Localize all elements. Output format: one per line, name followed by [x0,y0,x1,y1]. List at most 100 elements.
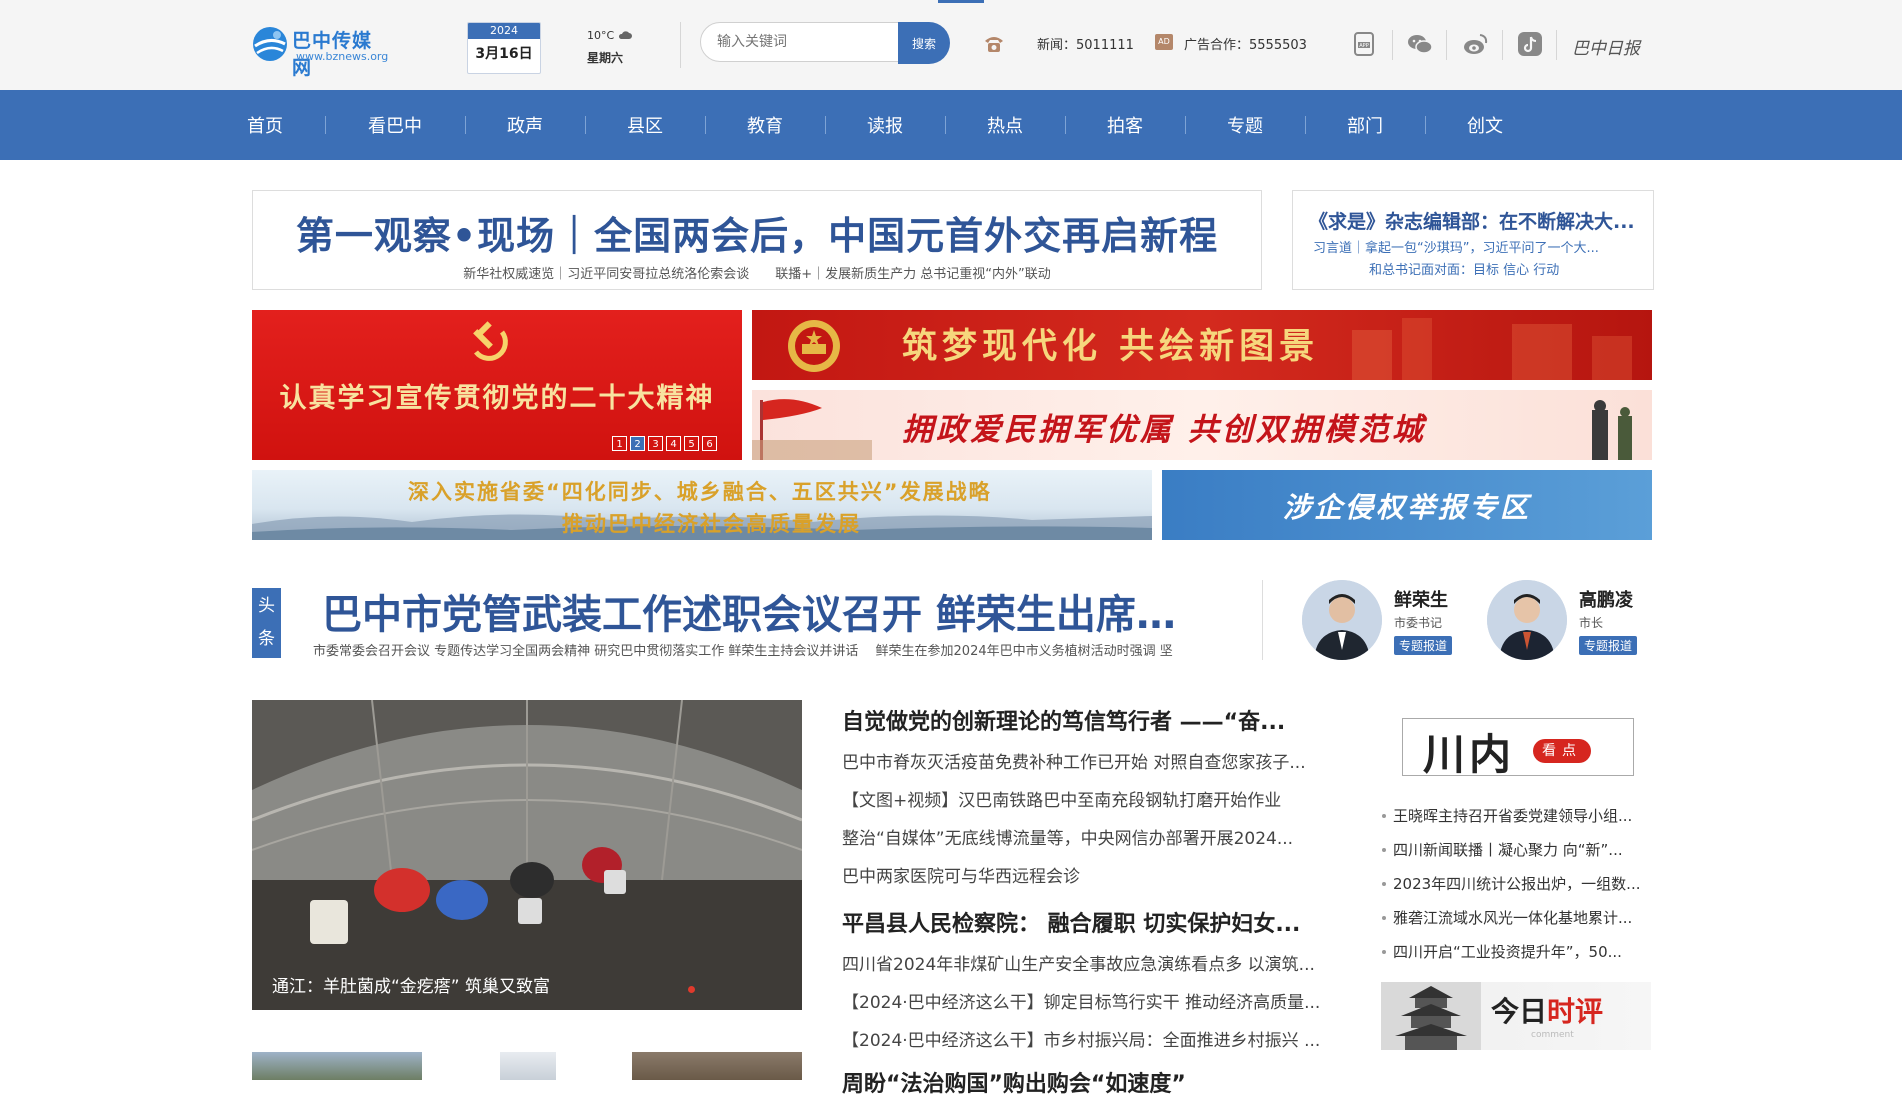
nav-item-epaper[interactable]: 读报 [835,90,935,160]
search-input[interactable] [700,22,900,62]
divider [1446,30,1447,60]
weather-widget: 10°C 星期六 [587,24,633,69]
special-report-button[interactable]: 专题报道 [1579,636,1638,655]
top-headline-box: 第一观察•现场｜全国两会后，中国元首外交再启新程 新华社权威速览｜习近平同安哥拉… [252,190,1262,290]
greenhouse-photo [252,700,802,1010]
svg-text:APP: APP [1359,43,1368,49]
top-accent-line [938,0,984,3]
news-headline[interactable]: 自觉做党的创新理论的笃信笃行者 ——“奋... [842,704,1336,736]
side-headline-sub[interactable]: 习言道｜拿起一包“沙琪玛”，习近平问了一个大... [1313,237,1643,256]
pager-dot-active[interactable]: 2 [630,436,645,451]
sichuan-news-item[interactable]: 2023年四川统计公报出炉，一组数... [1381,873,1651,894]
feature-photo[interactable]: 通江：羊肚菌成“金疙瘩” 筑巢又致富 [252,700,802,1010]
thumbnail[interactable] [252,1052,422,1080]
leader-name: 鲜荣生 [1394,590,1448,611]
sichuan-news-item[interactable]: 四川新闻联播丨凝心聚力 向“新”... [1381,839,1651,860]
sichuan-highlights-header[interactable]: 川内 看点 [1402,718,1634,779]
news-item[interactable]: 巴中两家医院可与华西远程会诊 [842,862,1336,887]
leader-card[interactable]: 鲜荣生 市委书记 专题报道 [1302,580,1512,666]
party-congress-banner[interactable]: 认真学习宣传贯彻党的二十大精神 123456 [252,310,742,460]
pager-dot[interactable]: 6 [702,436,717,451]
weekday: 星期六 [587,51,624,65]
pager-dot[interactable]: 3 [648,436,663,451]
nav-divider [945,116,946,134]
divider [1556,30,1557,60]
thumbnail[interactable] [500,1052,556,1080]
side-headline-title[interactable]: 《求是》杂志编辑部：在不断解决大... [1309,207,1639,234]
hammer-sickle-icon [473,321,508,361]
main-nav: 首页 看巴中 政声 县区 教育 读报 热点 拍客 专题 部门 创文 [0,90,1902,160]
leader-card[interactable]: 高鹏凌 市长 专题报道 [1487,580,1697,666]
nav-item-departments[interactable]: 部门 [1315,90,1415,160]
title-part: 今日 [1491,995,1548,1028]
nav-item-education[interactable]: 教育 [715,90,815,160]
cloud-icon [618,31,633,39]
weibo-icon[interactable] [1462,30,1490,58]
special-report-button[interactable]: 专题报道 [1394,636,1453,655]
banner-text: 深入实施省委“四化同步、城乡融合、五区共兴”发展战略 [408,480,992,504]
nav-item-counties[interactable]: 县区 [595,90,695,160]
news-item[interactable]: 四川省2024年非煤矿山生产安全事故应急演练看点多 以演筑... [842,950,1336,975]
news-item[interactable]: 【文图+视频】汉巴南铁路巴中至南充段钢轨打磨开始作业 [842,786,1336,811]
nav-item-government[interactable]: 政声 [475,90,575,160]
top-bar: 巴中传媒网 www.bznews.org 2024 3月16日 10°C 星期六… [0,0,1902,90]
divider [1392,30,1393,60]
date-year: 2024 [468,23,540,39]
wechat-icon[interactable] [1406,30,1434,58]
modernization-banner[interactable]: 筑梦现代化 共绘新图景 [752,310,1652,380]
feature-caption: 通江：羊肚菌成“金疙瘩” 筑巢又致富 [272,977,551,997]
nav-item-civilization[interactable]: 创文 [1435,90,1535,160]
thumbnail[interactable] [632,1052,802,1080]
nav-item-home[interactable]: 首页 [215,90,315,160]
nav-item-see-bazhong[interactable]: 看巴中 [345,90,445,160]
logo-domain: www.bznews.org [296,50,389,63]
today-commentary-banner[interactable]: 今日时评 comment [1381,982,1651,1050]
search-button[interactable]: 搜索 [898,22,950,64]
section-title: 川内 [1423,730,1516,779]
news-headline[interactable]: 平昌县人民检察院： 融合履职 切实保护妇女... [842,906,1336,938]
nav-divider [705,116,706,134]
pager-dot[interactable]: 4 [666,436,681,451]
douyin-icon[interactable] [1516,30,1544,58]
divider [680,22,681,68]
title-highlight: 时评 [1547,995,1604,1028]
sichuan-news-item[interactable]: 雅砻江流域水风光一体化基地累计... [1381,907,1651,928]
leader-photo [1302,580,1382,660]
double-support-banner[interactable]: 拥政爱民拥军优属 共创双拥模范城 [752,390,1652,460]
news-item[interactable]: 整治“自媒体”无底线博流量等，中央网信办部署开展2024... [842,824,1336,849]
news-item[interactable]: 【2024·巴中经济这么干】铆定目标笃行实干 推动经济高质量... [842,988,1336,1013]
banner-text: 认真学习宣传贯彻党的二十大精神 [279,383,715,414]
nav-divider [1065,116,1066,134]
carousel-indicator[interactable] [688,986,695,993]
pager-dot[interactable]: 1 [612,436,627,451]
sichuan-news-item[interactable]: 王晓晖主持召开省委党建领导小组... [1381,805,1651,826]
app-icon[interactable]: APP [1350,30,1378,58]
top-headline-title[interactable]: 第一观察•现场｜全国两会后，中国元首外交再启新程 [253,205,1261,260]
news-headline[interactable]: 周盼“法治购国”购出购会“如速度” [842,1066,1336,1098]
side-headline-sub[interactable]: 和总书记面对面：目标 信心 行动 [1369,259,1559,278]
globe-logo-icon [253,27,287,61]
nav-item-hot[interactable]: 热点 [955,90,1055,160]
newspaper-brand-logo[interactable]: 巴中日报 [1572,34,1640,59]
nav-divider [825,116,826,134]
infringement-report-banner[interactable]: 涉企侵权举报专区 [1162,470,1652,540]
nav-item-photographer[interactable]: 拍客 [1075,90,1175,160]
nav-item-topics[interactable]: 专题 [1195,90,1295,160]
lead-subs[interactable]: 市委常委会召开会议 专题传达学习全国两会精神 研究巴中贯彻落实工作 鲜荣生主持会… [313,640,1243,659]
news-item[interactable]: 【2024·巴中经济这么干】市乡村振兴局：全面推进乡村振兴 ... [842,1026,1336,1051]
city-silhouette-decoration [1352,318,1632,380]
weather-temp: 10°C [587,29,615,42]
banner-text: 拥政爱民拥军优属 共创双拥模范城 [902,412,1426,448]
pager-dot[interactable]: 5 [684,436,699,451]
lead-title[interactable]: 巴中市党管武装工作述职会议召开 鲜荣生出席并讲... [322,582,1212,640]
nav-divider [325,116,326,134]
leader-role: 市长 [1579,616,1604,630]
news-item[interactable]: 巴中市脊灰灭活疫苗免费补种工作已开始 对照自查您家孩子... [842,748,1336,773]
development-strategy-banner[interactable]: 深入实施省委“四化同步、城乡融合、五区共兴”发展战略 推动巴中经济社会高质量发展 [252,470,1152,540]
flag-decoration [752,399,872,460]
section-title: 今日时评 [1491,990,1603,1030]
sichuan-news-item[interactable]: 四川开启“工业投资提升年”，50... [1381,941,1651,962]
top-headline-subs[interactable]: 新华社权威速览｜习近平同安哥拉总统洛伦索会谈 联播+｜发展新质生产力 总书记重视… [253,263,1261,282]
divider [1502,30,1503,60]
site-logo[interactable]: 巴中传媒网 www.bznews.org [250,24,390,79]
